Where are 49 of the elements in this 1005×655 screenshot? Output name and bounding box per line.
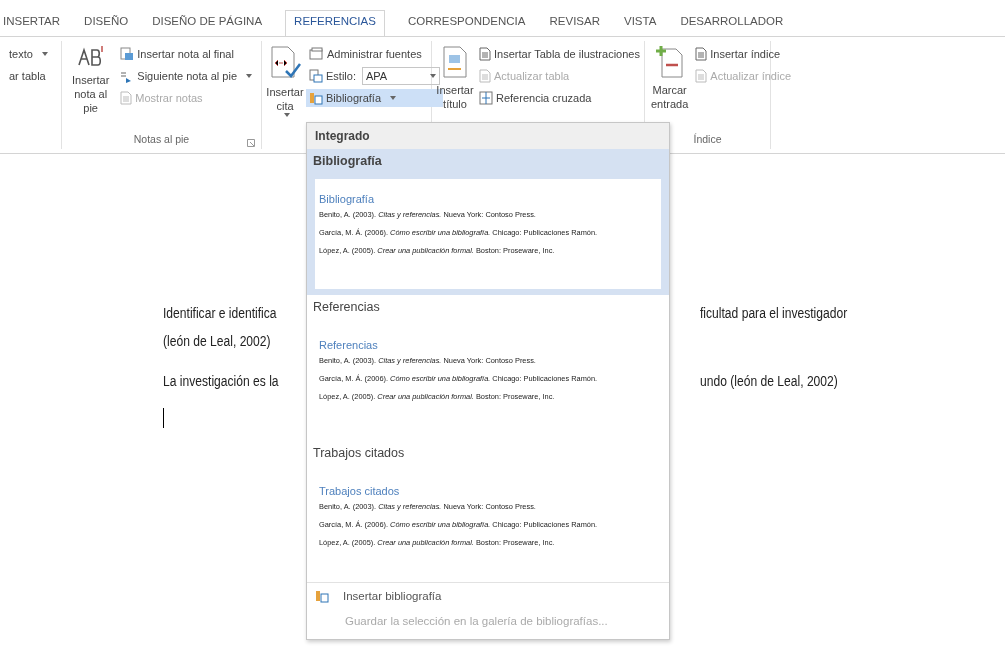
document-text: undo (león de Leal, 2002) [700, 372, 838, 391]
caret-icon [429, 74, 436, 78]
menu-header: Integrado [315, 129, 370, 143]
document-icon [120, 91, 133, 105]
ribbon-large-button[interactable]: Insertar cita [266, 85, 304, 117]
ribbon-button[interactable]: texto [6, 45, 51, 63]
gallery-item-label: Trabajos citados [313, 446, 405, 460]
preview-title: Referencias [319, 339, 379, 351]
style-icon [309, 69, 323, 83]
ribbon-button[interactable]: Siguiente nota al pie [117, 67, 255, 85]
ribbon-button[interactable]: ar tabla [6, 67, 51, 85]
insert-caption-icon [442, 45, 468, 79]
preview-title: Bibliografía [319, 193, 376, 205]
group-label: Notas al pie [133, 133, 190, 145]
cross-reference-icon [479, 91, 493, 105]
gallery-item[interactable] [307, 441, 669, 579]
document-text: La investigación es la [163, 372, 279, 391]
document-text: ficultad para el investigador [700, 304, 848, 323]
ribbon-large-button[interactable]: Marcar entrada [651, 83, 689, 111]
footnote-icon [75, 45, 106, 69]
group-label: Índice [693, 133, 722, 145]
ribbon-large-button[interactable]: Insertar nota al pie [68, 73, 114, 115]
ribbon-tab[interactable]: REFERENCIAS [285, 10, 385, 36]
document-text: Identificar e identifica [163, 304, 277, 323]
endnote-icon [120, 47, 135, 61]
ribbon-button[interactable]: Referencia cruzada [476, 89, 643, 107]
ribbon-button[interactable]: Administrar fuentes [306, 45, 443, 63]
document-icon [479, 47, 491, 61]
document-icon [695, 69, 708, 83]
style-label: Estilo: [326, 70, 356, 82]
document-text: (león de Leal, 2002) [163, 332, 271, 351]
document-icon [695, 47, 708, 61]
ribbon-button[interactable]: Insertar índice [692, 45, 795, 63]
gallery-item[interactable] [307, 295, 669, 441]
menu-command[interactable]: Insertar bibliografía [307, 583, 669, 608]
gallery-item-label: Bibliografía [313, 154, 382, 168]
ribbon-button[interactable]: Insertar nota al final [117, 45, 255, 63]
bibliography-icon [315, 588, 329, 603]
mark-entry-icon [655, 45, 684, 79]
dialog-launcher-icon[interactable] [247, 139, 255, 147]
gallery-item-label: Referencias [313, 300, 380, 314]
document-icon [479, 69, 491, 83]
bibliography-icon [309, 91, 323, 105]
sources-icon [309, 47, 324, 61]
gallery-item[interactable] [307, 149, 669, 295]
preview-title: Trabajos citados [319, 485, 401, 497]
style-select[interactable]: APA [361, 67, 440, 85]
insert-citation-icon [269, 45, 301, 81]
ribbon-button[interactable]: Insertar Tabla de ilustraciones [476, 45, 643, 63]
